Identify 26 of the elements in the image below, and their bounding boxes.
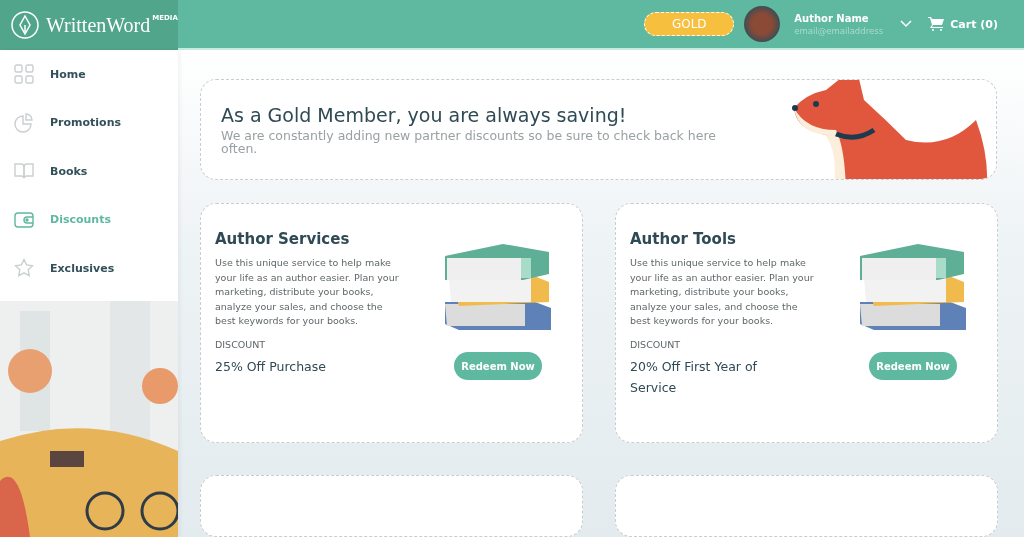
nav-item[interactable]: Home xyxy=(0,50,178,99)
hero-title: As a Gold Member, you are always saving! xyxy=(221,104,628,126)
membership-badge: GOLD xyxy=(644,12,735,36)
discount-value: 20% Off First Year of Service xyxy=(630,357,758,397)
brand-name: WrittenWord xyxy=(46,13,151,37)
nav-item[interactable]: Promotions xyxy=(0,98,178,147)
star-icon xyxy=(14,258,34,279)
pie-chart-icon xyxy=(14,112,34,133)
offer-title: Author Services xyxy=(215,230,351,248)
nav-item[interactable]: Books xyxy=(0,147,178,196)
pen-logo-icon xyxy=(10,10,40,40)
wallet-icon xyxy=(14,209,34,230)
user-email: email@emailaddress xyxy=(794,25,885,36)
discount-label: DISCOUNT xyxy=(215,338,267,350)
discount-label: DISCOUNT xyxy=(630,338,682,350)
discount-value: 25% Off Purchase xyxy=(215,357,327,376)
offer-description: Use this unique service to help make your life as an author easier. Plan your marketing, distribute your books, analyze your sales, and choose the best keywords for your books. xyxy=(630,256,815,328)
nav-item[interactable]: Exclusives xyxy=(0,244,178,293)
hero-subtitle: We are constantly adding new partner discounts so be sure to check back here often. xyxy=(221,130,717,155)
user-name: Author Name xyxy=(794,12,870,24)
cart-icon xyxy=(928,17,945,31)
offer-title: Author Tools xyxy=(630,230,737,248)
grid-icon xyxy=(14,64,34,85)
offer-description: Use this unique service to help make your life as an author easier. Plan your marketing, distribute your books, analyze your sales, and choose the best keywords for your books. xyxy=(215,256,400,328)
chevron-down-icon[interactable] xyxy=(900,20,913,28)
avatar xyxy=(744,6,781,42)
